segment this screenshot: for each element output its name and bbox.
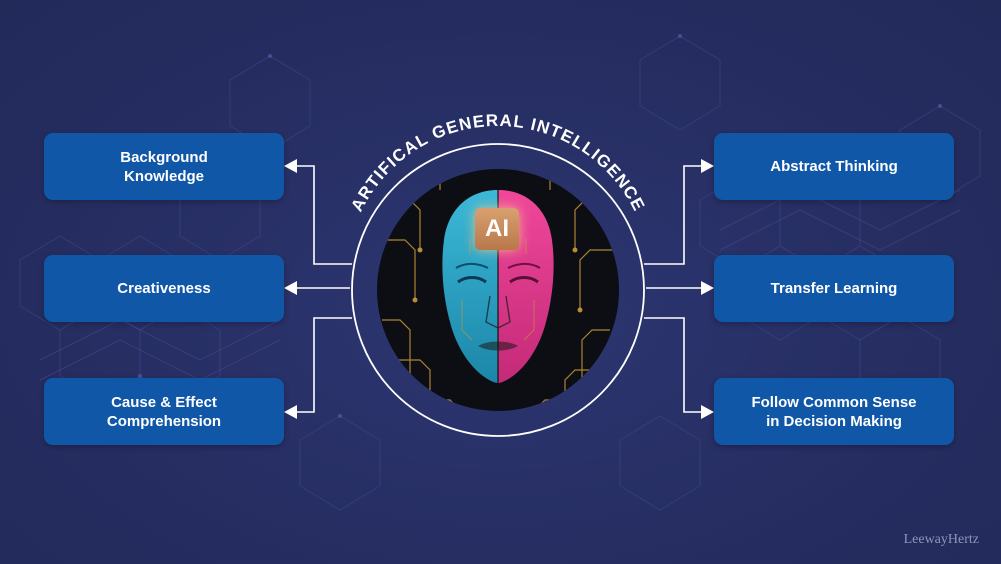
node-label-line: Background	[120, 148, 208, 166]
node-background-knowledge: Background Knowledge	[44, 133, 284, 200]
node-label-line: Cause & Effect	[111, 393, 217, 411]
node-label-line: Transfer Learning	[770, 280, 898, 297]
node-common-sense-decision-making: Follow Common Sense in Decision Making	[714, 378, 954, 445]
node-creativeness: Creativeness	[44, 255, 284, 322]
node-label-line: Knowledge	[123, 167, 204, 185]
node-label-line: Abstract Thinking	[770, 158, 898, 175]
watermark-logo: LeewayHertz	[903, 532, 979, 547]
node-label-line: Creativeness	[117, 280, 211, 297]
node-label-line: Comprehension	[106, 412, 222, 430]
node-cause-effect-comprehension: Cause & Effect Comprehension	[44, 378, 284, 445]
node-transfer-learning: Transfer Learning	[714, 255, 954, 322]
ai-badge: AI	[475, 208, 519, 250]
diagram-canvas: ARTIFICAL GENERAL INTELLIGENCE AI Backgr…	[0, 0, 1001, 564]
node-label-line: in Decision Making	[766, 412, 902, 430]
node-label-line: Follow Common Sense	[751, 393, 917, 411]
node-abstract-thinking: Abstract Thinking	[714, 133, 954, 200]
